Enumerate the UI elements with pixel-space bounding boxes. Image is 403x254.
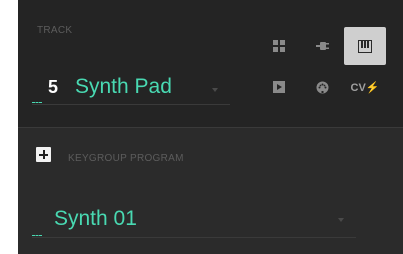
track-accent-tick (32, 102, 42, 104)
plug-icon (315, 42, 329, 50)
track-name-selector[interactable]: Synth Pad (75, 75, 172, 99)
track-name-underline (32, 104, 230, 105)
program-name-underline (32, 237, 356, 238)
cv-type-button[interactable]: CV⚡ (344, 68, 386, 106)
track-section-label: TRACK (37, 25, 73, 36)
keygroup-type-button[interactable] (344, 27, 386, 65)
program-section-label: KEYGROUP PROGRAM (68, 153, 184, 164)
track-type-selector: CV⚡ (258, 25, 388, 107)
add-program-button[interactable] (36, 147, 51, 162)
clip-type-button[interactable] (258, 68, 300, 106)
program-name-selector[interactable]: Synth 01 (54, 207, 137, 231)
piano-keys-icon (358, 39, 372, 53)
clip-icon (273, 81, 285, 93)
track-number: 5 (48, 77, 59, 97)
midi-type-button[interactable] (301, 68, 343, 106)
grid-icon (273, 40, 285, 52)
drum-grid-type-button[interactable] (258, 27, 300, 65)
track-dropdown-chevron-icon[interactable] (212, 88, 218, 92)
plugin-type-button[interactable] (301, 27, 343, 65)
cv-icon: CV⚡ (350, 81, 380, 94)
program-dropdown-chevron-icon[interactable] (338, 218, 344, 222)
program-accent-tick (32, 235, 42, 237)
midi-icon (316, 81, 328, 93)
section-divider (18, 127, 403, 128)
